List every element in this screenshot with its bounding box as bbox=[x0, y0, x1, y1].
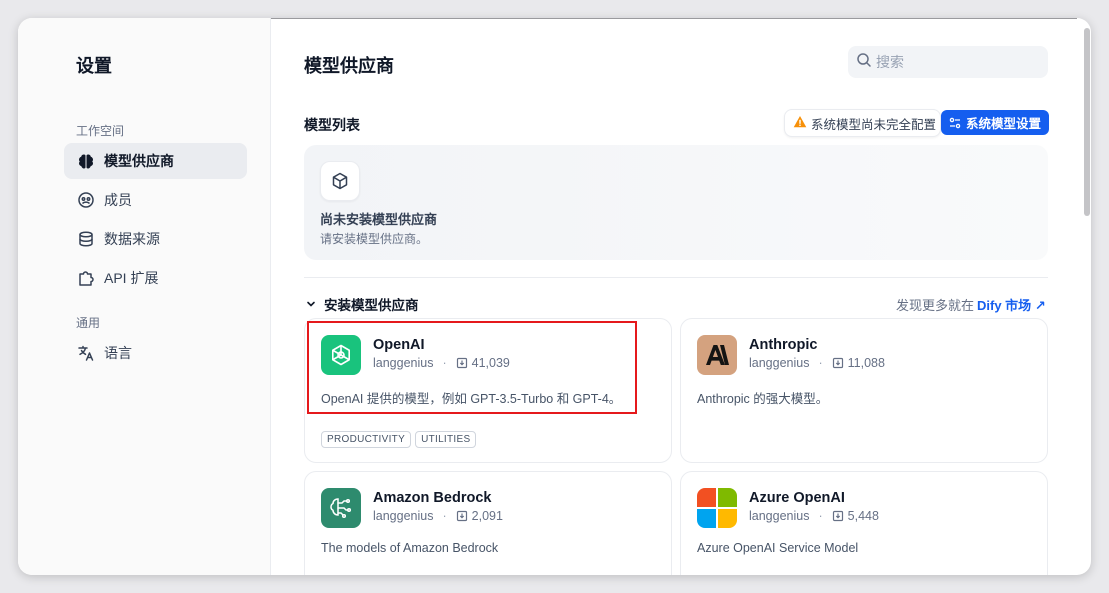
microsoft-logo-icon bbox=[697, 488, 737, 528]
install-count: 11,088 bbox=[847, 356, 885, 370]
install-count-icon bbox=[456, 357, 467, 369]
sidebar-item-label: 数据来源 bbox=[104, 231, 160, 247]
discover-prefix: 发现更多就在 bbox=[896, 298, 975, 313]
chevron-down-icon bbox=[307, 301, 315, 307]
separator-dot: · bbox=[442, 509, 447, 523]
anthropic-logo-icon bbox=[697, 335, 737, 375]
provider-name: OpenAI bbox=[373, 337, 425, 353]
install-section-title: 安装模型供应商 bbox=[324, 298, 419, 313]
provider-meta: langgenius · 41,039 bbox=[373, 356, 510, 370]
discover-more: 发现更多就在 Dify 市场 ↗ bbox=[896, 295, 1046, 314]
provider-card-amazon-bedrock[interactable]: Amazon Bedrock langgenius · 2,091 The mo… bbox=[304, 471, 672, 575]
sidebar-section-general: 通用 bbox=[76, 316, 101, 330]
install-count: 5,448 bbox=[847, 509, 879, 523]
sliders-icon bbox=[949, 117, 961, 128]
provider-name: Anthropic bbox=[749, 337, 818, 353]
bedrock-logo-icon bbox=[321, 488, 361, 528]
separator-dot: · bbox=[818, 509, 823, 523]
translate-icon bbox=[76, 343, 96, 363]
provider-author: langgenius bbox=[373, 356, 434, 370]
members-icon bbox=[76, 190, 96, 210]
install-count-icon bbox=[832, 510, 843, 522]
dify-marketplace-link[interactable]: Dify 市场 ↗ bbox=[977, 298, 1046, 313]
separator-dot: · bbox=[442, 356, 447, 370]
provider-author: langgenius bbox=[749, 509, 810, 523]
install-count-icon bbox=[832, 357, 843, 369]
cube-icon bbox=[320, 161, 360, 201]
external-link-icon: ↗ bbox=[1034, 298, 1046, 313]
sidebar-item-language[interactable]: 语言 bbox=[64, 335, 247, 371]
sidebar-item-label: 模型供应商 bbox=[104, 153, 174, 169]
settings-window: 设置 工作空间 模型供应商 成员 数据来源 API 扩展 通用 语言 模型供应商… bbox=[18, 18, 1091, 575]
sidebar-section-workspace: 工作空间 bbox=[76, 124, 125, 138]
provider-description: Azure OpenAI Service Model bbox=[697, 541, 859, 555]
separator-dot: · bbox=[818, 356, 823, 370]
empty-subtitle: 请安装模型供应商。 bbox=[320, 232, 429, 246]
section-divider bbox=[304, 277, 1048, 278]
sidebar-item-label: API 扩展 bbox=[104, 270, 159, 286]
provider-author: langgenius bbox=[749, 356, 810, 370]
provider-card-azure-openai[interactable]: Azure OpenAI langgenius · 5,448 Azure Op… bbox=[680, 471, 1048, 575]
main-content: 模型供应商 模型列表 系统模型尚未完全配置 系统模型设置 尚未安装模型供应商 请… bbox=[272, 18, 1091, 575]
database-icon bbox=[76, 229, 96, 249]
install-count-icon bbox=[456, 510, 467, 522]
sidebar-item-label: 成员 bbox=[104, 192, 132, 208]
provider-card-anthropic[interactable]: Anthropic langgenius · 11,088 Anthropic … bbox=[680, 318, 1048, 463]
sidebar-item-label: 语言 bbox=[104, 345, 132, 361]
sidebar-item-model-provider[interactable]: 模型供应商 bbox=[64, 143, 247, 179]
provider-name: Amazon Bedrock bbox=[373, 490, 492, 506]
model-list-title: 模型列表 bbox=[304, 117, 360, 133]
provider-name: Azure OpenAI bbox=[749, 490, 845, 506]
system-model-settings-button[interactable]: 系统模型设置 bbox=[941, 110, 1050, 135]
sidebar-title: 设置 bbox=[76, 56, 112, 76]
install-section-toggle[interactable]: 安装模型供应商 bbox=[306, 294, 419, 314]
empty-title: 尚未安装模型供应商 bbox=[320, 212, 438, 227]
warning-text: 系统模型尚未完全配置 bbox=[811, 117, 937, 132]
provider-meta: langgenius · 5,448 bbox=[749, 509, 879, 523]
sidebar-item-api-extension[interactable]: API 扩展 bbox=[64, 260, 247, 296]
scrollbar-thumb[interactable] bbox=[1084, 28, 1090, 216]
puzzle-icon bbox=[76, 268, 96, 288]
system-model-warning: 系统模型尚未完全配置 bbox=[784, 109, 942, 137]
sidebar-item-data-source[interactable]: 数据来源 bbox=[64, 221, 247, 257]
dify-link-text: Dify 市场 bbox=[977, 298, 1032, 313]
tag: UTILITIES bbox=[415, 431, 477, 448]
openai-logo-icon bbox=[321, 335, 361, 375]
search-icon bbox=[856, 52, 872, 73]
tag: PRODUCTIVITY bbox=[321, 431, 412, 448]
provider-card-openai[interactable]: OpenAI langgenius · 41,039 OpenAI 提供的模型，… bbox=[304, 318, 672, 463]
provider-meta: langgenius · 11,088 bbox=[749, 356, 885, 370]
empty-state: 尚未安装模型供应商 请安装模型供应商。 bbox=[304, 145, 1048, 260]
sidebar: 设置 工作空间 模型供应商 成员 数据来源 API 扩展 通用 语言 bbox=[18, 18, 271, 575]
page-title: 模型供应商 bbox=[304, 56, 394, 76]
provider-description: The models of Amazon Bedrock bbox=[321, 541, 499, 555]
provider-author: langgenius bbox=[373, 509, 434, 523]
provider-tags: PRODUCTIVITY UTILITIES bbox=[321, 431, 477, 448]
install-count: 2,091 bbox=[471, 509, 503, 523]
warning-icon bbox=[793, 115, 807, 132]
system-model-settings-label: 系统模型设置 bbox=[966, 117, 1042, 131]
sidebar-item-members[interactable]: 成员 bbox=[64, 182, 247, 218]
search-box[interactable] bbox=[848, 46, 1048, 78]
provider-description: Anthropic 的强大模型。 bbox=[697, 392, 829, 406]
search-input[interactable] bbox=[876, 54, 1036, 70]
provider-description: OpenAI 提供的模型，例如 GPT-3.5-Turbo 和 GPT-4。 bbox=[321, 392, 622, 406]
install-count: 41,039 bbox=[471, 356, 510, 370]
provider-meta: langgenius · 2,091 bbox=[373, 509, 503, 523]
brain-icon bbox=[76, 151, 96, 171]
